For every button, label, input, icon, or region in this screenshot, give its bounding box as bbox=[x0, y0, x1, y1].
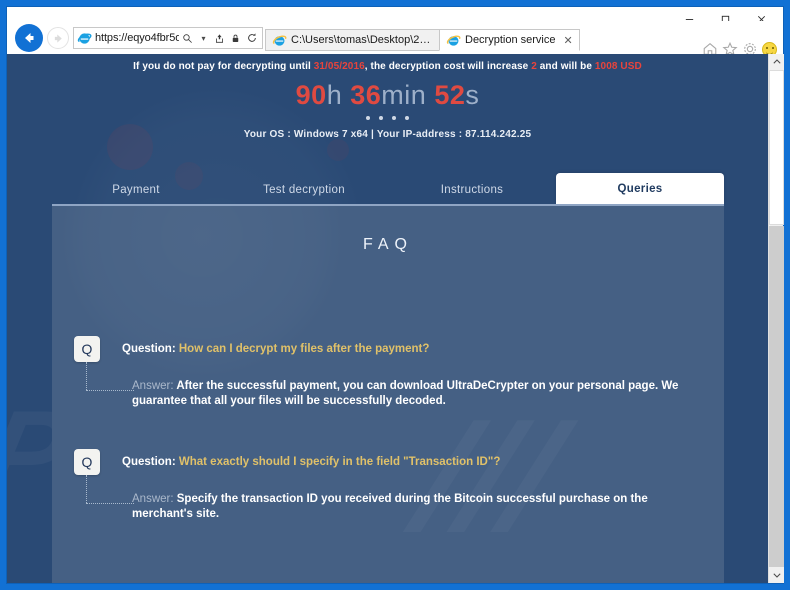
warning-deadline: 31/05/2016 bbox=[313, 61, 365, 72]
carousel-dots bbox=[7, 116, 768, 120]
countdown-hours: 90 bbox=[295, 80, 327, 110]
faq-question-row: Q Question: What exactly should I specif… bbox=[74, 449, 702, 475]
tab-test-decryption[interactable]: Test decryption bbox=[220, 175, 388, 204]
faq-question: Question: How can I decrypt my files aft… bbox=[122, 336, 429, 356]
countdown-seconds: 52 bbox=[434, 80, 466, 110]
address-bar[interactable]: https://eqyo4fbr5okzaysm.o... ▾ bbox=[73, 27, 263, 49]
internet-explorer-icon bbox=[77, 31, 92, 46]
countdown-minutes: 36 bbox=[350, 80, 382, 110]
warning-prefix: If you do not pay for decrypting until bbox=[133, 61, 314, 72]
tab-payment[interactable]: Payment bbox=[52, 175, 220, 204]
browser-window-frame: https://eqyo4fbr5okzaysm.o... ▾ bbox=[0, 0, 790, 590]
system-info-line: Your OS : Windows 7 x64 | Your IP-addres… bbox=[243, 129, 532, 140]
carousel-dot[interactable] bbox=[379, 116, 383, 120]
back-arrow-icon bbox=[25, 33, 34, 43]
faq-panel: /// FAQ Q Question: How can I decrypt my… bbox=[52, 206, 724, 583]
carousel-dot[interactable] bbox=[392, 116, 396, 120]
browser-tab-decryption-service[interactable]: Decryption service ✕ bbox=[439, 29, 580, 51]
tab-instructions[interactable]: Instructions bbox=[388, 175, 556, 204]
refresh-icon[interactable] bbox=[244, 29, 259, 47]
answer-label: Answer: bbox=[132, 380, 174, 392]
countdown-hours-unit: h bbox=[326, 80, 343, 110]
answer-text: After the successful payment, you can do… bbox=[132, 380, 679, 407]
scrollbar-track[interactable] bbox=[769, 226, 784, 567]
answer-text: Specify the transaction ID you received … bbox=[132, 493, 648, 520]
question-text: What exactly should I specify in the fie… bbox=[178, 456, 501, 468]
forward-button[interactable] bbox=[47, 27, 69, 49]
internet-explorer-icon bbox=[446, 33, 461, 48]
faq-heading: FAQ bbox=[362, 236, 413, 253]
scroll-up-icon[interactable] bbox=[769, 54, 784, 70]
faq-item: Q Question: What exactly should I specif… bbox=[74, 449, 702, 521]
carousel-dot[interactable] bbox=[366, 116, 370, 120]
page-tab-bar: Payment Test decryption Instructions Que… bbox=[52, 172, 724, 204]
warning-banner: If you do not pay for decrypting until 3… bbox=[7, 54, 768, 72]
question-label: Question: bbox=[122, 343, 176, 355]
question-badge: Q bbox=[74, 336, 100, 362]
countdown-seconds-unit: s bbox=[465, 80, 480, 110]
faq-answer: Answer: After the successful payment, yo… bbox=[132, 379, 692, 408]
answer-label: Answer: bbox=[132, 493, 174, 505]
chevron-down-icon[interactable]: ▾ bbox=[196, 29, 211, 47]
tab-close-icon[interactable]: ✕ bbox=[563, 34, 572, 47]
question-badge: Q bbox=[74, 449, 100, 475]
countdown-timer: 90h 36min 52s bbox=[7, 80, 768, 111]
forward-arrow-icon bbox=[54, 33, 62, 43]
browser-window: https://eqyo4fbr5okzaysm.o... ▾ bbox=[6, 6, 784, 584]
faq-item: Q Question: How can I decrypt my files a… bbox=[74, 336, 702, 408]
back-button[interactable] bbox=[15, 24, 43, 52]
search-icon[interactable] bbox=[180, 29, 195, 47]
browser-toolbar: https://eqyo4fbr5okzaysm.o... ▾ bbox=[7, 21, 783, 57]
faq-answer: Answer: Specify the transaction ID you r… bbox=[132, 492, 692, 521]
warning-middle: , the decryption cost will increase bbox=[364, 61, 532, 72]
browser-tab-file[interactable]: C:\Users\tomas\Desktop\2016-... bbox=[265, 29, 440, 51]
lock-icon bbox=[228, 29, 243, 47]
browser-tab-label: Decryption service bbox=[465, 34, 556, 46]
vertical-scrollbar[interactable] bbox=[768, 54, 784, 583]
question-label: Question: bbox=[122, 456, 176, 468]
scrollbar-thumb[interactable] bbox=[769, 70, 784, 225]
ransomware-page: PCrisk.com If you do not pay for decrypt… bbox=[7, 54, 768, 583]
url-text: https://eqyo4fbr5okzaysm.o... bbox=[95, 32, 179, 44]
share-icon[interactable] bbox=[212, 29, 227, 47]
connector-line bbox=[86, 475, 136, 515]
warning-suffix: and will be bbox=[536, 61, 595, 72]
carousel-dot[interactable] bbox=[405, 116, 409, 120]
faq-question-row: Q Question: How can I decrypt my files a… bbox=[74, 336, 702, 362]
faq-question: Question: What exactly should I specify … bbox=[122, 449, 500, 469]
browser-tab-strip: C:\Users\tomas\Desktop\2016-... Decrypti… bbox=[265, 27, 580, 51]
tab-queries[interactable]: Queries bbox=[556, 173, 724, 204]
browser-tab-label: C:\Users\tomas\Desktop\2016-... bbox=[291, 34, 433, 46]
warning-new-price: 1008 USD bbox=[594, 61, 642, 72]
internet-explorer-icon bbox=[272, 33, 287, 48]
page-viewport: PCrisk.com If you do not pay for decrypt… bbox=[7, 54, 783, 583]
countdown-minutes-unit: min bbox=[381, 80, 427, 110]
scroll-down-icon[interactable] bbox=[769, 567, 784, 583]
question-text: How can I decrypt my files after the pay… bbox=[178, 343, 430, 355]
connector-line bbox=[86, 362, 136, 402]
